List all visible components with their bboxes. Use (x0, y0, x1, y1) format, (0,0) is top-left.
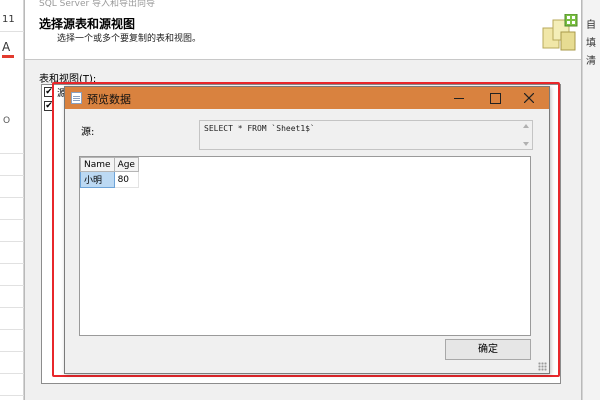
column-header-age[interactable]: Age (113, 157, 139, 172)
excel-background-left: 11 A O (0, 0, 24, 400)
sheet-grid[interactable] (0, 132, 24, 400)
checkbox[interactable]: ✔ (44, 101, 54, 111)
wizard-titlebar: SQL Server 导入和导出向导 (25, 0, 581, 12)
wizard-header: 选择源表和源视图 选择一个或多个要复制的表和视图。 (25, 12, 581, 60)
document-icon (71, 92, 82, 104)
ribbon-label-2[interactable]: 填 (586, 34, 596, 49)
column-header-name[interactable]: Name (80, 157, 115, 172)
dialog-titlebar[interactable]: 预览数据 (65, 87, 549, 109)
font-color-icon[interactable]: A (2, 40, 20, 58)
table-row: 小明 80 (80, 171, 139, 188)
preview-table: Name Age 小明 80 (80, 157, 139, 188)
query-scrollbar[interactable] (521, 122, 531, 148)
query-text: SELECT * FROM `Sheet1$` (204, 124, 315, 133)
query-textbox[interactable]: SELECT * FROM `Sheet1$` (199, 120, 533, 150)
close-icon[interactable] (515, 87, 543, 109)
scroll-down-icon[interactable] (523, 142, 529, 146)
ok-button[interactable]: 确定 (445, 339, 531, 360)
font-size-box[interactable]: 11 (0, 14, 24, 32)
source-label: 源: (81, 127, 95, 138)
resize-grip-icon[interactable] (538, 362, 547, 371)
preview-data-dialog: 预览数据 源: SELECT * FROM `Sheet1$` Name Age… (64, 86, 550, 374)
table-list-label: 表和视图(T): (39, 74, 97, 85)
minimize-icon[interactable] (445, 87, 473, 109)
header-row: Name Age (80, 157, 139, 172)
name-box[interactable]: O (0, 116, 24, 130)
preview-grid[interactable]: Name Age 小明 80 (79, 156, 531, 336)
page-subtitle: 选择一个或多个要复制的表和视图。 (57, 34, 202, 44)
dialog-title: 预览数据 (87, 93, 131, 106)
wizard-graphic-icon (542, 14, 578, 51)
ribbon-label-3[interactable]: 清 (586, 52, 596, 67)
cell-age[interactable]: 80 (113, 171, 139, 188)
page-title: 选择源表和源视图 (39, 17, 136, 31)
excel-ribbon-right: 自 填 清 (582, 0, 600, 400)
ribbon-label-1[interactable]: 自 (586, 16, 596, 31)
cell-name[interactable]: 小明 (80, 171, 115, 188)
maximize-icon[interactable] (481, 87, 509, 109)
scroll-up-icon[interactable] (523, 124, 529, 128)
checkbox[interactable]: ✔ (44, 87, 54, 97)
